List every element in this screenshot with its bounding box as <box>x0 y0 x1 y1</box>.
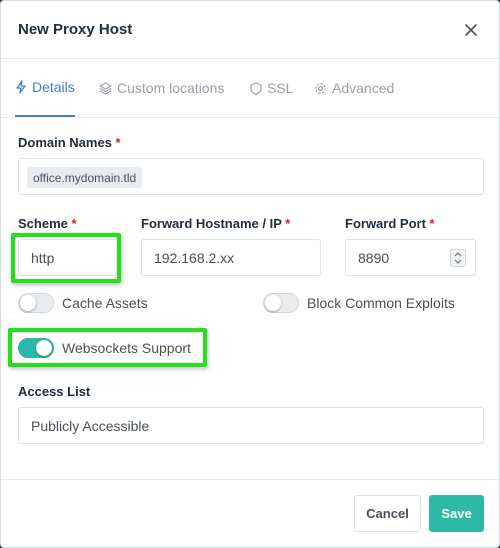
scheme-label: Scheme * <box>18 216 77 231</box>
tab-details-label: Details <box>32 79 75 95</box>
close-icon <box>465 24 477 36</box>
cache-assets-label: Cache Assets <box>62 295 148 311</box>
domain-names-input[interactable]: office.mydomain.tld <box>18 158 484 195</box>
forward-port-input[interactable]: 8890 <box>345 239 476 276</box>
block-exploits-toggle[interactable] <box>263 293 299 313</box>
toggle-knob <box>20 295 36 311</box>
tab-ssl[interactable]: SSL <box>250 59 293 117</box>
cancel-button[interactable]: Cancel <box>354 495 421 532</box>
websockets-toggle[interactable] <box>18 338 54 358</box>
gear-icon <box>315 82 326 94</box>
modal-title: New Proxy Host <box>18 21 133 38</box>
forward-hostname-value: 192.168.2.xx <box>154 249 235 266</box>
tab-ssl-label: SSL <box>267 80 294 96</box>
access-list-label: Access List <box>18 384 91 399</box>
websockets-label: Websockets Support <box>62 340 191 356</box>
forward-port-value: 8890 <box>358 249 390 266</box>
shield-icon <box>250 81 262 95</box>
toggle-knob <box>36 340 52 356</box>
port-stepper-icon[interactable] <box>450 249 466 267</box>
domain-tag[interactable]: office.mydomain.tld <box>27 167 143 188</box>
forward-hostname-input[interactable]: 192.168.2.xx <box>141 239 321 276</box>
scheme-value: http <box>31 249 55 266</box>
access-list-value: Publicly Accessible <box>31 417 150 434</box>
save-button[interactable]: Save <box>429 495 484 532</box>
block-exploits-label: Block Common Exploits <box>307 295 455 311</box>
tab-custom-locations[interactable]: Custom locations <box>99 59 224 117</box>
tab-custom-locations-label: Custom locations <box>117 80 225 96</box>
lightning-icon <box>16 80 26 94</box>
modal-footer: Cancel Save <box>1 479 499 547</box>
domain-names-label: Domain Names * <box>18 135 121 150</box>
cache-assets-toggle[interactable] <box>18 293 54 313</box>
new-proxy-host-modal: New Proxy Host Details Custom locations <box>0 0 500 548</box>
tab-advanced-label: Advanced <box>332 80 395 96</box>
access-list-select[interactable]: Publicly Accessible <box>18 407 484 444</box>
close-button[interactable] <box>461 20 481 40</box>
modal-header: New Proxy Host <box>1 1 499 59</box>
layers-icon <box>99 81 112 95</box>
forward-port-label: Forward Port * <box>345 216 435 231</box>
forward-hostname-label: Forward Hostname / IP * <box>141 216 291 231</box>
toggle-knob <box>265 295 281 311</box>
tab-details[interactable]: Details <box>15 59 75 117</box>
tab-advanced[interactable]: Advanced <box>314 59 394 117</box>
scheme-input[interactable]: http <box>18 239 118 276</box>
tab-bar: Details Custom locations SSL Advanced <box>1 59 499 118</box>
